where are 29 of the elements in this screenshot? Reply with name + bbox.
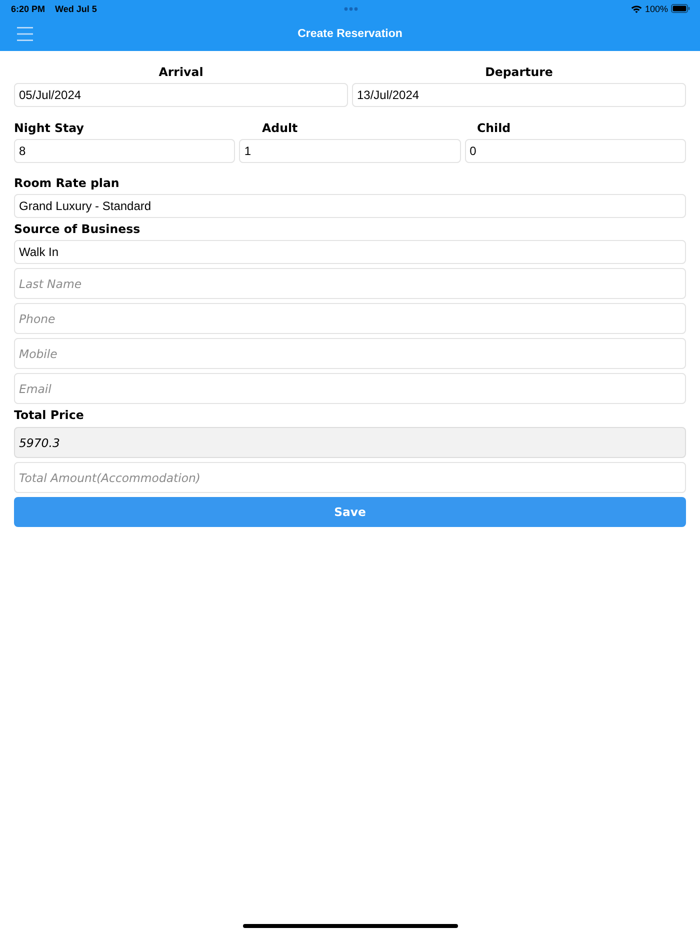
source-of-business-field[interactable]: Walk In bbox=[14, 240, 686, 264]
menu-button[interactable] bbox=[17, 27, 33, 41]
status-date: Wed Jul 5 bbox=[55, 4, 97, 14]
page-title: Create Reservation bbox=[298, 28, 402, 40]
guest-label: Adult bbox=[262, 120, 298, 136]
status-time: 6:20 PM bbox=[11, 4, 46, 14]
guest-count-field[interactable]: 0 bbox=[464, 139, 686, 163]
guest-count-field[interactable]: 1 bbox=[239, 139, 461, 163]
battery-icon bbox=[671, 4, 690, 13]
room-rate-plan-label: Room Rate plan bbox=[14, 175, 120, 191]
battery-percent: 100% bbox=[644, 4, 668, 14]
contact-input-field[interactable]: Last Name bbox=[14, 268, 686, 299]
guest-count-field[interactable]: 8 bbox=[14, 139, 236, 163]
menu-icon bbox=[17, 27, 33, 41]
date-label: Departure bbox=[485, 64, 553, 80]
guest-label: Child bbox=[477, 120, 511, 136]
total-price-label: Total Price bbox=[14, 407, 85, 423]
contact-input-field[interactable]: Mobile bbox=[14, 338, 686, 369]
total-amount-field[interactable]: Total Amount(Accommodation) bbox=[14, 462, 686, 493]
contact-input-field[interactable]: Email bbox=[14, 373, 686, 404]
room-rate-plan-field[interactable]: Grand Luxury - Standard bbox=[14, 194, 686, 218]
wifi-icon bbox=[630, 4, 642, 12]
contact-input-field[interactable]: Phone bbox=[14, 303, 686, 334]
more-dots-icon bbox=[344, 6, 358, 10]
date-field[interactable]: 05/Jul/2024 bbox=[14, 83, 348, 107]
guest-label: Night Stay bbox=[14, 120, 84, 136]
source-of-business-label: Source of Business bbox=[14, 221, 142, 237]
date-label: Arrival bbox=[158, 64, 204, 80]
date-field[interactable]: 13/Jul/2024 bbox=[352, 83, 686, 107]
